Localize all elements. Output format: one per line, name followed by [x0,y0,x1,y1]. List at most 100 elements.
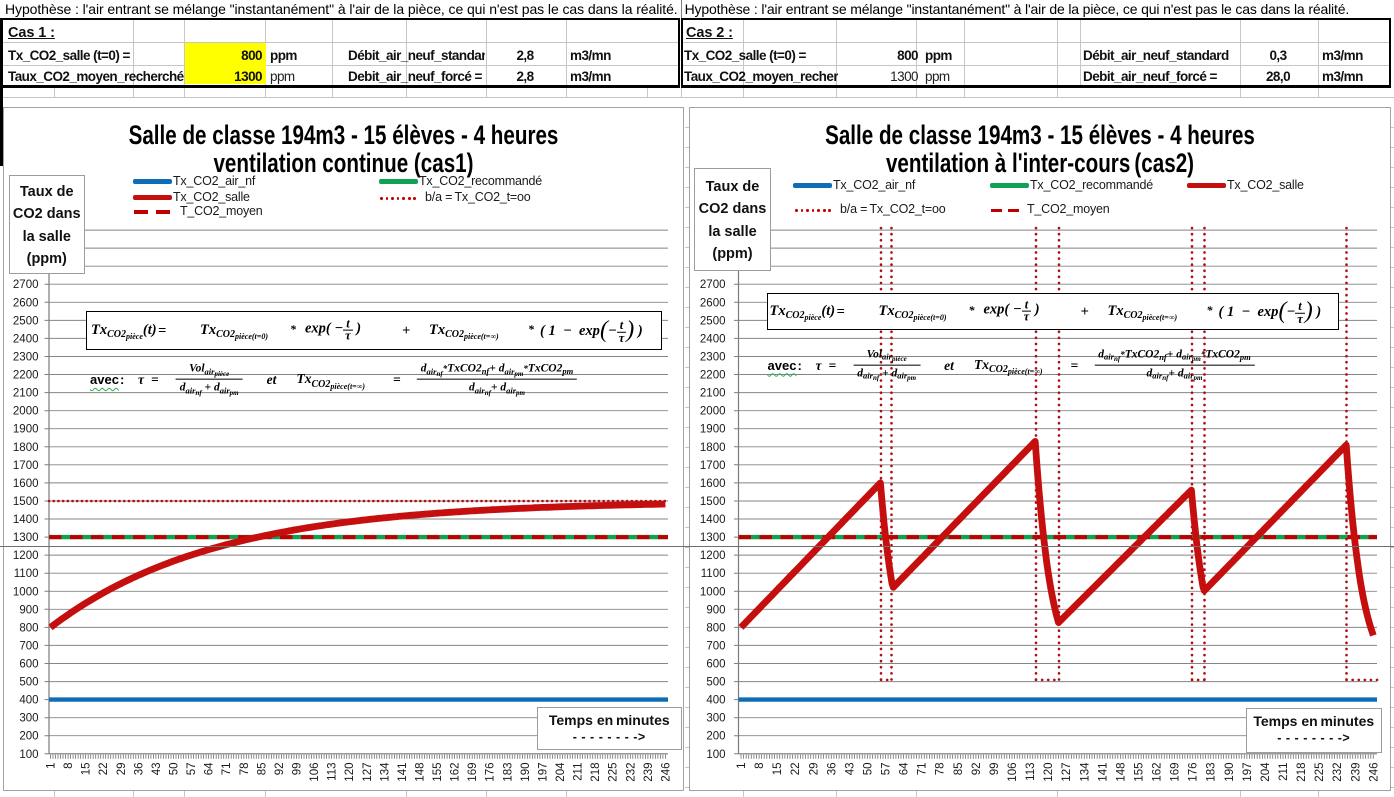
svg-text:1600: 1600 [13,478,39,490]
svg-text:99: 99 [989,763,1001,776]
svg-text:2500: 2500 [700,315,726,327]
svg-text:200: 200 [19,731,38,743]
svg-text:204: 204 [555,762,567,782]
svg-text:183: 183 [502,763,514,782]
svg-text:400: 400 [19,695,38,707]
svg-text:183: 183 [1206,763,1218,782]
svg-text:113: 113 [327,763,339,781]
svg-text:197: 197 [1242,763,1254,782]
svg-text:43: 43 [844,763,856,776]
svg-text:92: 92 [971,763,983,776]
svg-text:36: 36 [826,763,838,776]
svg-text:1100: 1100 [701,568,726,580]
svg-text:148: 148 [415,763,427,782]
svg-text:900: 900 [706,604,725,616]
svg-text:500: 500 [19,677,38,689]
svg-text:36: 36 [133,763,145,776]
svg-text:2200: 2200 [700,370,726,382]
svg-text:100: 100 [706,749,725,761]
svg-text:2700: 2700 [13,279,39,291]
svg-text:200: 200 [706,731,725,743]
svg-text:190: 190 [520,763,532,782]
svg-text:1900: 1900 [700,424,726,436]
svg-text:239: 239 [643,763,655,782]
svg-text:232: 232 [1332,763,1344,782]
svg-text:225: 225 [608,763,620,782]
svg-text:92: 92 [274,763,286,776]
svg-text:141: 141 [397,763,409,782]
svg-text:400: 400 [706,695,725,707]
svg-text:2200: 2200 [13,370,39,382]
svg-text:50: 50 [863,763,875,776]
svg-text:29: 29 [116,763,128,776]
svg-text:57: 57 [186,763,198,776]
svg-text:8: 8 [63,763,75,769]
svg-text:113: 113 [1025,763,1037,781]
svg-text:2400: 2400 [700,333,726,345]
svg-text:300: 300 [19,713,38,725]
svg-text:43: 43 [151,763,163,776]
svg-text:204: 204 [1260,762,1272,782]
svg-text:85: 85 [953,763,965,776]
svg-text:155: 155 [1134,763,1146,782]
svg-text:162: 162 [450,763,462,782]
svg-text:71: 71 [917,763,929,776]
svg-text:106: 106 [1007,763,1019,782]
svg-text:78: 78 [935,763,947,776]
svg-text:1300: 1300 [13,532,39,544]
svg-text:1600: 1600 [700,478,726,490]
svg-text:1300: 1300 [700,532,726,544]
svg-text:246: 246 [1368,763,1380,782]
svg-text:239: 239 [1350,763,1362,782]
svg-text:2000: 2000 [13,406,39,418]
svg-text:1000: 1000 [700,586,726,598]
svg-text:1700: 1700 [13,460,39,472]
svg-text:1000: 1000 [13,586,39,598]
svg-text:2700: 2700 [700,279,726,291]
svg-text:71: 71 [221,763,233,776]
svg-text:15: 15 [81,763,93,776]
svg-text:57: 57 [881,763,893,776]
svg-text:1200: 1200 [700,550,726,562]
svg-text:162: 162 [1152,763,1164,782]
svg-text:99: 99 [292,763,304,776]
svg-text:700: 700 [19,640,38,652]
svg-text:78: 78 [239,763,251,776]
svg-text:1900: 1900 [13,424,39,436]
svg-text:218: 218 [1296,763,1308,782]
svg-text:1200: 1200 [13,550,39,562]
svg-text:2100: 2100 [700,388,726,400]
svg-text:700: 700 [706,640,725,652]
svg-text:2100: 2100 [13,388,39,400]
svg-text:197: 197 [538,763,550,782]
svg-text:2300: 2300 [13,352,39,364]
svg-text:120: 120 [1043,763,1055,782]
svg-text:127: 127 [1061,763,1073,782]
svg-text:1800: 1800 [13,442,39,454]
svg-text:2500: 2500 [13,315,39,327]
svg-text:100: 100 [19,749,38,761]
svg-text:218: 218 [590,763,602,782]
svg-text:64: 64 [204,762,216,775]
svg-text:120: 120 [344,763,356,782]
svg-text:155: 155 [432,763,444,782]
svg-text:900: 900 [19,604,38,616]
svg-text:800: 800 [706,622,725,634]
svg-text:176: 176 [1188,763,1200,782]
svg-text:134: 134 [1079,762,1091,782]
svg-text:106: 106 [309,763,321,782]
svg-text:2000: 2000 [700,406,726,418]
svg-text:246: 246 [660,763,672,782]
svg-text:1: 1 [46,763,58,769]
svg-text:8: 8 [754,763,766,769]
svg-text:2300: 2300 [700,352,726,364]
svg-text:2400: 2400 [13,333,39,345]
svg-text:169: 169 [467,763,479,782]
svg-text:300: 300 [706,713,725,725]
svg-text:1700: 1700 [700,460,726,472]
svg-text:1: 1 [736,763,748,769]
svg-text:134: 134 [379,762,391,782]
svg-text:176: 176 [485,763,497,782]
svg-text:15: 15 [772,763,784,776]
svg-text:1500: 1500 [13,496,39,508]
